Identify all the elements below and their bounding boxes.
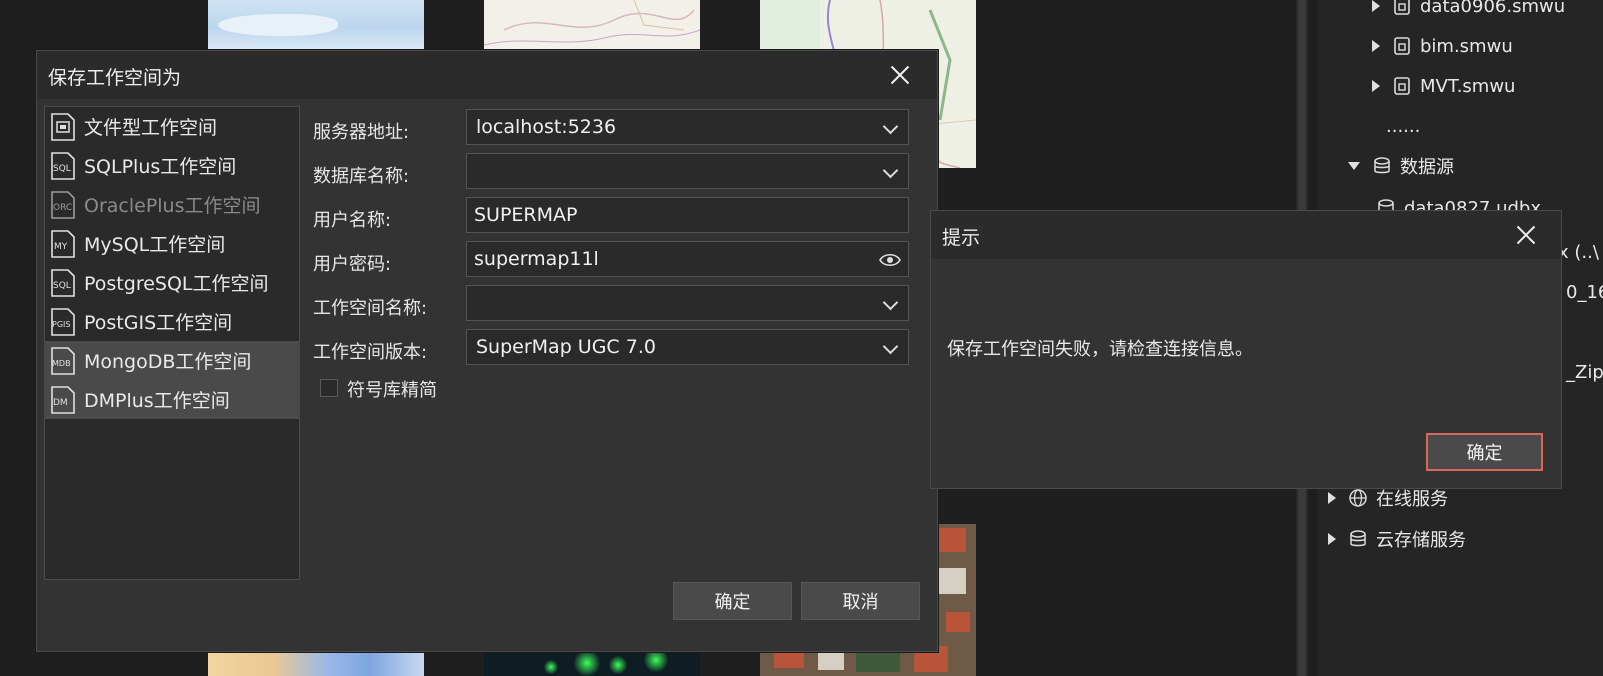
chevron-down-icon[interactable]: [882, 162, 899, 179]
dmplus-icon: DM: [51, 385, 75, 414]
server-address-combobox[interactable]: localhost:5236: [466, 109, 909, 145]
tree-item-data0906[interactable]: data0906.smwu: [1372, 0, 1565, 20]
workspace-type-list: 文件型工作空间 SQL SQLPlus工作空间 ORC OraclePlus工作…: [44, 106, 300, 580]
workspace-type-sqlplus[interactable]: SQL SQLPlus工作空间: [45, 146, 299, 185]
map-thumbnail-1: [208, 0, 424, 50]
mysql-icon: MY: [51, 229, 75, 258]
cloud-storage-icon: [1350, 530, 1366, 547]
expand-caret-icon[interactable]: [1372, 0, 1380, 12]
save-ok-button[interactable]: 确定: [673, 582, 792, 620]
map-thumbnail-4: [208, 648, 424, 676]
message-ok-button[interactable]: 确定: [1426, 433, 1543, 471]
tree-item-bim[interactable]: bim.smwu: [1372, 32, 1513, 60]
sql-plus-icon: SQL: [51, 151, 75, 180]
tree-item-datasources[interactable]: 数据源: [1348, 152, 1454, 180]
chevron-down-icon[interactable]: [882, 338, 899, 355]
svg-text:MY: MY: [54, 242, 68, 252]
tree-item-cloud-storage[interactable]: 云存储服务: [1328, 525, 1466, 553]
symbol-simplify-checkbox[interactable]: [320, 379, 338, 397]
svg-text:PGIS: PGIS: [52, 320, 70, 329]
workspace-file-icon: [1394, 37, 1410, 55]
save-workspace-dialog: 保存工作空间为 文件型工作空间 SQL SQLPlus工作空间 ORC Orac…: [36, 50, 938, 652]
dialog-title: 保存工作空间为: [48, 67, 182, 89]
tree-item-partial-3[interactable]: _Zip\: [1566, 358, 1603, 386]
chevron-down-icon[interactable]: [882, 118, 899, 135]
server-address-value: localhost:5236: [476, 116, 617, 138]
oracle-icon: ORC: [51, 190, 75, 219]
show-password-eye-icon[interactable]: [878, 250, 902, 270]
chevron-down-icon[interactable]: [882, 294, 899, 311]
map-thumbnail-2: [484, 0, 700, 50]
server-address-label: 服务器地址:: [313, 122, 410, 143]
globe-icon: [1349, 489, 1367, 507]
collapse-caret-icon[interactable]: [1348, 162, 1360, 170]
expand-caret-icon[interactable]: [1328, 492, 1336, 504]
expand-caret-icon[interactable]: [1372, 40, 1380, 52]
mongodb-icon: MDB: [51, 346, 75, 375]
error-message-dialog: 提示 保存工作空间失败，请检查连接信息。 确定: [930, 210, 1562, 489]
workspace-type-dmplus[interactable]: DM DMPlus工作空间: [45, 380, 299, 419]
database-icon: [1374, 157, 1390, 174]
svg-text:MDB: MDB: [52, 359, 71, 368]
map-thumbnail-5: [484, 648, 700, 676]
message-text: 保存工作空间失败，请检查连接信息。: [947, 339, 1253, 360]
expand-caret-icon[interactable]: [1372, 80, 1380, 92]
svg-text:SQL: SQL: [53, 164, 71, 174]
user-name-label: 用户名称:: [313, 210, 392, 231]
user-name-value: SUPERMAP: [474, 204, 578, 226]
tree-item-mvt[interactable]: MVT.smwu: [1372, 72, 1515, 100]
close-icon[interactable]: [885, 60, 915, 90]
postgis-icon: PGIS: [51, 307, 75, 336]
workspace-name-combobox[interactable]: [466, 285, 909, 321]
workspace-version-value: SuperMap UGC 7.0: [476, 336, 656, 358]
message-title: 提示: [942, 227, 981, 249]
password-label: 用户密码:: [313, 254, 392, 275]
postgresql-icon: SQL: [51, 268, 75, 297]
workspace-name-label: 工作空间名称:: [313, 298, 428, 319]
save-cancel-button[interactable]: 取消: [801, 582, 920, 620]
workspace-type-mongodb[interactable]: MDB MongoDB工作空间: [45, 341, 299, 380]
workspace-type-postgresql[interactable]: SQL PostgreSQL工作空间: [45, 263, 299, 302]
password-input[interactable]: supermap11l: [466, 241, 909, 277]
tree-item-more[interactable]: ......: [1386, 112, 1420, 140]
user-name-input[interactable]: SUPERMAP: [466, 197, 909, 233]
workspace-type-mysql[interactable]: MY MySQL工作空间: [45, 224, 299, 263]
database-name-combobox[interactable]: [466, 153, 909, 189]
symbol-simplify-label[interactable]: 符号库精简: [347, 376, 437, 402]
workspace-file-icon: [1394, 77, 1410, 95]
database-name-label: 数据库名称:: [313, 166, 410, 187]
message-titlebar[interactable]: 提示: [931, 211, 1561, 259]
workspace-file-icon: [1394, 0, 1410, 15]
tree-item-partial-1[interactable]: x (..\: [1558, 238, 1599, 266]
svg-text:DM: DM: [53, 398, 68, 408]
password-value: supermap11l: [474, 248, 599, 270]
tree-item-partial-2[interactable]: 0_16.: [1566, 278, 1603, 306]
expand-caret-icon[interactable]: [1328, 533, 1336, 545]
workspace-type-oracleplus: ORC OraclePlus工作空间: [45, 185, 299, 224]
workspace-version-select[interactable]: SuperMap UGC 7.0: [466, 329, 909, 365]
close-icon[interactable]: [1511, 220, 1541, 250]
workspace-version-label: 工作空间版本:: [313, 342, 428, 363]
svg-text:SQL: SQL: [53, 281, 71, 291]
dialog-titlebar[interactable]: 保存工作空间为: [37, 51, 937, 99]
workspace-type-file[interactable]: 文件型工作空间: [45, 107, 299, 146]
file-workspace-icon: [51, 112, 75, 141]
svg-text:ORC: ORC: [53, 203, 72, 213]
workspace-type-postgis[interactable]: PGIS PostGIS工作空间: [45, 302, 299, 341]
